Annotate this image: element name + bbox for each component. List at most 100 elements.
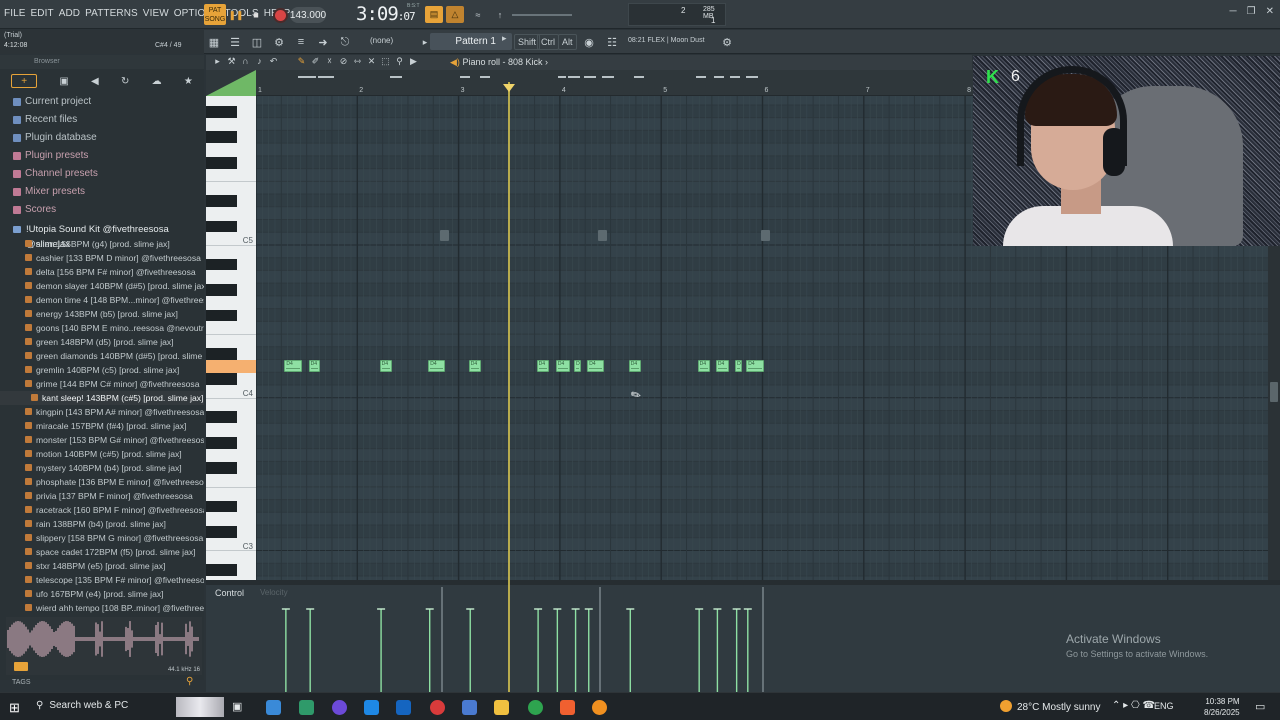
browser-file-item[interactable]: stxr 148BPM (e5) [prod. slime jax] bbox=[0, 559, 204, 573]
piano-roll-button[interactable]: ◫ bbox=[248, 33, 266, 51]
browser-file-item[interactable]: racetrack [160 BPM F minor] @fivethreeso… bbox=[0, 503, 204, 517]
restore-icon[interactable]: ❐ bbox=[1247, 6, 1256, 17]
menu-file[interactable]: FILE bbox=[4, 8, 26, 19]
piano-keyboard[interactable]: C5 C4 C3 bbox=[206, 96, 256, 580]
scrollbar-thumb[interactable] bbox=[1270, 382, 1278, 402]
undo-icon[interactable]: ↶ bbox=[268, 56, 279, 67]
browser-file-item[interactable]: kingpin [143 BPM A# minor] @fivethreesos… bbox=[0, 405, 204, 419]
cloud-icon[interactable]: ☁ bbox=[152, 76, 162, 87]
browser-category[interactable]: Plugin database bbox=[0, 129, 204, 147]
chrome-icon[interactable] bbox=[528, 700, 543, 715]
stop-button[interactable]: ■ bbox=[250, 6, 262, 24]
mic-button[interactable]: ⎋ bbox=[336, 33, 354, 51]
browser-category[interactable]: Current project bbox=[0, 93, 204, 111]
browser-file-item[interactable]: phosphate [136 BPM E minor] @fivethreeso… bbox=[0, 475, 204, 489]
master-pitch-slider[interactable] bbox=[512, 14, 572, 16]
system-tray[interactable]: ⌃ ▸ ⎔ ☎ bbox=[1112, 700, 1155, 711]
windows-start-icon[interactable]: ⊞ bbox=[9, 700, 20, 716]
minimize-icon[interactable]: ─ bbox=[1230, 6, 1237, 17]
mixer-button[interactable]: ⚙ bbox=[270, 33, 288, 51]
midi-note[interactable]: D4 bbox=[536, 360, 549, 373]
browser-file-item[interactable]: gremlin 140BPM (c5) [prod. slime jax] bbox=[0, 363, 204, 377]
piano-key-black[interactable] bbox=[206, 131, 237, 144]
piano-key-black[interactable] bbox=[206, 309, 237, 322]
browser-file-item[interactable]: green 148BPM (d5) [prod. slime jax] bbox=[0, 335, 204, 349]
arrow-right-icon[interactable]: ▸ bbox=[212, 56, 223, 67]
taskbar-search[interactable]: ⚲ Search web & PC bbox=[36, 700, 128, 711]
slip-icon[interactable]: ⇿ bbox=[352, 56, 363, 67]
browser-category[interactable]: Channel presets bbox=[0, 165, 204, 183]
piano-key-black[interactable] bbox=[206, 373, 237, 385]
fl-studio-icon[interactable] bbox=[592, 700, 607, 715]
outlook-icon[interactable] bbox=[396, 700, 411, 715]
browser-category[interactable]: Scores bbox=[0, 201, 204, 219]
browser-file-item[interactable]: grime [144 BPM C# minor] @fivethreesosa bbox=[0, 377, 204, 391]
browser-file-item[interactable]: wierd ahh tempo [108 BP..minor] @fivethr… bbox=[0, 601, 204, 613]
browser-file-item[interactable]: rain 138BPM (b4) [prod. slime jax] bbox=[0, 517, 204, 531]
midi-note[interactable]: D4 bbox=[746, 360, 764, 373]
browser-file-item[interactable]: mystery 140BPM (b4) [prod. slime jax] bbox=[0, 461, 204, 475]
weather-widget[interactable]: 28°C Mostly sunny bbox=[1000, 700, 1100, 713]
folder-icon[interactable]: ▣ bbox=[59, 76, 68, 87]
midi-note[interactable]: D4 bbox=[715, 360, 730, 373]
pattern-add-icon[interactable]: ▸ bbox=[502, 33, 507, 44]
edge-icon[interactable] bbox=[299, 700, 314, 715]
ctrl-key[interactable]: Ctrl bbox=[537, 34, 559, 50]
browser-file-item[interactable]: demon time 4 [148 BPM...minor] @fivethre… bbox=[0, 293, 204, 307]
app-red-icon[interactable] bbox=[430, 700, 445, 715]
settings-button[interactable]: ⚙ bbox=[718, 33, 736, 51]
midi-note[interactable]: D4 bbox=[468, 360, 481, 373]
piano-key-black[interactable] bbox=[206, 500, 237, 513]
browser-file-item[interactable]: ufo 167BPM (e4) [prod. slime jax] bbox=[0, 587, 204, 601]
taskbar-clock[interactable]: 10:38 PM 8/26/2025 bbox=[1204, 696, 1240, 718]
piano-key-black[interactable] bbox=[206, 105, 237, 118]
channel-rack-button[interactable]: ☰ bbox=[226, 33, 244, 51]
browser-file-item[interactable]: privia [137 BPM F minor] @fivethreesosa bbox=[0, 489, 204, 503]
piano-key-active[interactable] bbox=[206, 359, 256, 373]
export-button[interactable]: ➜ bbox=[314, 33, 332, 51]
menu-edit[interactable]: EDIT bbox=[31, 8, 54, 19]
magnet-icon[interactable]: ∩ bbox=[240, 56, 251, 67]
wrench-icon[interactable]: ⚒ bbox=[226, 56, 237, 67]
cart-button[interactable]: ☷ bbox=[603, 33, 621, 51]
task-view-icon[interactable]: ▣ bbox=[232, 700, 247, 715]
refresh-icon[interactable]: ↻ bbox=[121, 76, 129, 87]
browser-file-item[interactable]: space cadet 172BPM (f5) [prod. slime jax… bbox=[0, 545, 204, 559]
midi-note[interactable]: D4 bbox=[555, 360, 571, 373]
speaker-icon[interactable] bbox=[14, 662, 28, 671]
delete-icon[interactable]: ☓ bbox=[324, 56, 335, 67]
piano-key-black[interactable] bbox=[206, 347, 237, 360]
notification-icon[interactable]: ▭ bbox=[1255, 700, 1265, 713]
browser-file-item[interactable]: demon slayer 140BPM (d#5) [prod. slime j… bbox=[0, 279, 204, 293]
sample-pack-folder[interactable]: !Utopia Sound Kit @fivethreesosa @slimej… bbox=[0, 222, 204, 250]
midi-note[interactable]: D4 bbox=[628, 360, 641, 373]
piano-key-black[interactable] bbox=[206, 411, 237, 424]
typing-keyboard-toggle[interactable]: ▤ bbox=[425, 6, 443, 23]
tags-label[interactable]: TAGS bbox=[12, 679, 31, 686]
brush-icon[interactable]: ✐ bbox=[310, 56, 321, 67]
browser-file-item[interactable]: delta [156 BPM F# minor] @fivethreesosa bbox=[0, 265, 204, 279]
playback-icon[interactable]: ▶ bbox=[408, 56, 419, 67]
browser-category[interactable]: Plugin presets bbox=[0, 147, 204, 165]
file-explorer-icon[interactable] bbox=[494, 700, 509, 715]
browser-file-item[interactable]: alien 155BPM (g4) [prod. slime jax] bbox=[0, 237, 204, 251]
browser-file-item[interactable]: cashier [133 BPM D minor] @fivethreesosa bbox=[0, 251, 204, 265]
news-ticker[interactable]: 08:21 FLEX | Moon Dust bbox=[628, 37, 705, 44]
playhead-marker[interactable] bbox=[503, 84, 515, 92]
piano-key-black[interactable] bbox=[206, 526, 237, 538]
midi-note[interactable]: D4 bbox=[308, 360, 320, 373]
piano-key-black[interactable] bbox=[206, 462, 237, 475]
play-button[interactable]: ❚❚ bbox=[228, 6, 244, 24]
midi-note[interactable]: D4 bbox=[587, 360, 605, 373]
piano-key-black[interactable] bbox=[206, 195, 237, 207]
language-indicator[interactable]: ENG bbox=[1154, 701, 1174, 711]
online-button[interactable]: ◉ bbox=[580, 33, 598, 51]
pat-song-toggle[interactable]: PAT SONG bbox=[204, 4, 226, 25]
browser-file-item[interactable]: slippery [158 BPM G minor] @fivethreesos… bbox=[0, 531, 204, 545]
song-position[interactable]: 3:09:07 bbox=[356, 3, 416, 25]
piano-key-black[interactable] bbox=[206, 436, 237, 449]
browser-add-button[interactable]: + bbox=[11, 74, 38, 88]
step-edit-toggle[interactable]: ≈ bbox=[469, 6, 487, 23]
browser-file-item[interactable]: motion 140BPM (c#5) [prod. slime jax] bbox=[0, 447, 204, 461]
countdown-toggle[interactable]: △ bbox=[446, 6, 464, 23]
